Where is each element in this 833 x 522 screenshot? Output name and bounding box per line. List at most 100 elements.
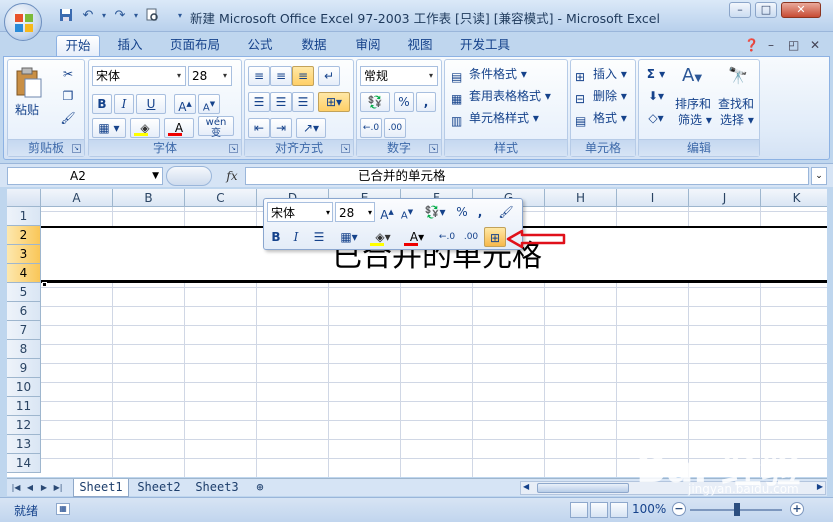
mini-accounting-format-icon[interactable]: 💱▾: [420, 202, 450, 222]
mini-font-color-icon[interactable]: A▾: [402, 227, 432, 247]
zoom-in-icon[interactable]: +: [790, 502, 804, 516]
mini-increase-decimal-icon[interactable]: ←.0: [436, 227, 458, 247]
page-break-view-icon[interactable]: [610, 502, 628, 518]
print-preview-icon[interactable]: [144, 8, 160, 24]
mini-format-painter-icon[interactable]: 🖌: [496, 202, 516, 222]
align-center-icon[interactable]: ☰: [270, 92, 292, 112]
zoom-level[interactable]: 100%: [632, 502, 666, 516]
column-header[interactable]: A: [41, 189, 113, 207]
align-middle-icon[interactable]: ≡: [270, 66, 292, 86]
phonetic-guide-button[interactable]: wén 变: [198, 116, 234, 139]
row-header[interactable]: 7: [7, 321, 41, 340]
column-header[interactable]: I: [617, 189, 689, 207]
horizontal-scroll-thumb[interactable]: [537, 483, 629, 493]
underline-button[interactable]: U: [136, 94, 166, 114]
insert-sheet-icon[interactable]: ⊕: [249, 479, 271, 497]
wrap-text-icon[interactable]: ↵: [318, 66, 340, 86]
close-button[interactable]: ✕: [781, 2, 821, 18]
customize-qat-icon[interactable]: ▾: [172, 8, 188, 24]
format-painter-icon[interactable]: 🖌: [58, 108, 78, 128]
row-header[interactable]: 8: [7, 340, 41, 359]
mini-bold-button[interactable]: B: [268, 227, 284, 247]
formula-input[interactable]: 已合并的单元格: [245, 167, 809, 185]
italic-button[interactable]: I: [114, 94, 134, 114]
page-layout-view-icon[interactable]: [590, 502, 608, 518]
mini-shrink-font-icon[interactable]: A▼: [398, 202, 416, 222]
mini-decrease-decimal-icon[interactable]: .00: [460, 227, 482, 247]
align-bottom-icon[interactable]: ≡: [292, 66, 314, 86]
column-header[interactable]: J: [689, 189, 761, 207]
clear-icon[interactable]: ◇▾: [643, 108, 669, 128]
insert-cells-button[interactable]: ⊞ 插入 ▾: [573, 64, 627, 84]
zoom-out-icon[interactable]: −: [672, 502, 686, 516]
macro-record-icon[interactable]: ▦: [56, 503, 70, 515]
next-sheet-icon[interactable]: ▶: [37, 481, 51, 495]
font-color-icon[interactable]: A: [164, 118, 194, 138]
chevron-down-icon[interactable]: ▼: [152, 168, 159, 184]
insert-function-button[interactable]: fx: [222, 167, 242, 185]
redo-icon[interactable]: ↷: [112, 8, 128, 24]
tab-review[interactable]: 审阅: [346, 35, 390, 56]
ribbon-restore-icon[interactable]: ◰: [788, 38, 799, 52]
format-cells-button[interactable]: ▤ 格式 ▾: [573, 108, 627, 128]
increase-decimal-icon[interactable]: ←.0: [360, 118, 382, 138]
row-header[interactable]: 6: [7, 302, 41, 321]
font-size-select[interactable]: 28 ▾: [188, 66, 232, 86]
mini-grow-font-icon[interactable]: A▲: [378, 202, 396, 222]
number-launcher-icon[interactable]: ↘: [429, 144, 438, 153]
mini-merge-center-icon[interactable]: ⊞: [484, 227, 506, 247]
mini-comma-button[interactable]: ,: [472, 202, 488, 222]
row-header[interactable]: 13: [7, 435, 41, 454]
font-name-select[interactable]: 宋体 ▾: [92, 66, 186, 86]
tab-page-layout[interactable]: 页面布局: [162, 35, 228, 56]
row-header[interactable]: 5: [7, 283, 41, 302]
find-select-button[interactable]: 🔭 查找和 选择 ▾: [717, 64, 757, 128]
expand-formula-bar-icon[interactable]: ⌄: [811, 167, 827, 185]
borders-icon[interactable]: ▦ ▾: [92, 118, 126, 138]
column-header[interactable]: H: [545, 189, 617, 207]
office-button[interactable]: [4, 3, 42, 41]
row-header[interactable]: 14: [7, 454, 41, 473]
tab-data[interactable]: 数据: [292, 35, 336, 56]
zoom-slider-thumb[interactable]: [734, 503, 740, 516]
accounting-format-icon[interactable]: 💱: [360, 92, 390, 112]
sheet-tab-3[interactable]: Sheet3: [189, 479, 245, 497]
workbook-close-icon[interactable]: ✕: [810, 38, 820, 52]
row-header[interactable]: 3: [7, 245, 41, 264]
align-top-icon[interactable]: ≡: [248, 66, 270, 86]
maximize-button[interactable]: □: [755, 2, 777, 18]
row-header[interactable]: 12: [7, 416, 41, 435]
row-header[interactable]: 11: [7, 397, 41, 416]
bold-button[interactable]: B: [92, 94, 112, 114]
decrease-decimal-icon[interactable]: .00: [384, 118, 406, 138]
ribbon-minimize-icon[interactable]: –: [768, 38, 774, 52]
copy-icon[interactable]: ❐: [58, 86, 78, 106]
sheet-tab-1[interactable]: Sheet1: [73, 479, 129, 497]
row-header[interactable]: 9: [7, 359, 41, 378]
align-right-icon[interactable]: ☰: [292, 92, 314, 112]
column-header[interactable]: C: [185, 189, 257, 207]
tab-view[interactable]: 视图: [398, 35, 442, 56]
tab-developer[interactable]: 开发工具: [452, 35, 518, 56]
row-header[interactable]: 10: [7, 378, 41, 397]
mini-percent-button[interactable]: %: [454, 202, 470, 222]
cut-icon[interactable]: ✂: [58, 64, 78, 84]
conditional-formatting-button[interactable]: ▤ 条件格式 ▾: [449, 64, 527, 84]
first-sheet-icon[interactable]: |◀: [9, 481, 23, 495]
paste-button[interactable]: 粘贴: [12, 64, 46, 124]
cell-styles-button[interactable]: ▥ 单元格样式 ▾: [449, 108, 539, 128]
sheet-tab-2[interactable]: Sheet2: [131, 479, 187, 497]
row-header[interactable]: 4: [7, 264, 41, 283]
redo-dropdown-icon[interactable]: ▾: [128, 8, 144, 24]
minimize-button[interactable]: –: [729, 2, 751, 18]
row-header[interactable]: 1: [7, 207, 41, 226]
tab-insert[interactable]: 插入: [108, 35, 152, 56]
autosum-button[interactable]: Σ ▾: [643, 64, 669, 84]
fill-handle[interactable]: [42, 282, 47, 287]
help-icon[interactable]: ❓: [744, 38, 759, 52]
save-icon[interactable]: [58, 8, 74, 24]
sort-filter-button[interactable]: A▼ 排序和 筛选 ▾: [673, 64, 715, 128]
prev-sheet-icon[interactable]: ◀: [23, 481, 37, 495]
undo-icon[interactable]: ↶: [80, 8, 96, 24]
name-box[interactable]: A2 ▼: [7, 167, 163, 185]
